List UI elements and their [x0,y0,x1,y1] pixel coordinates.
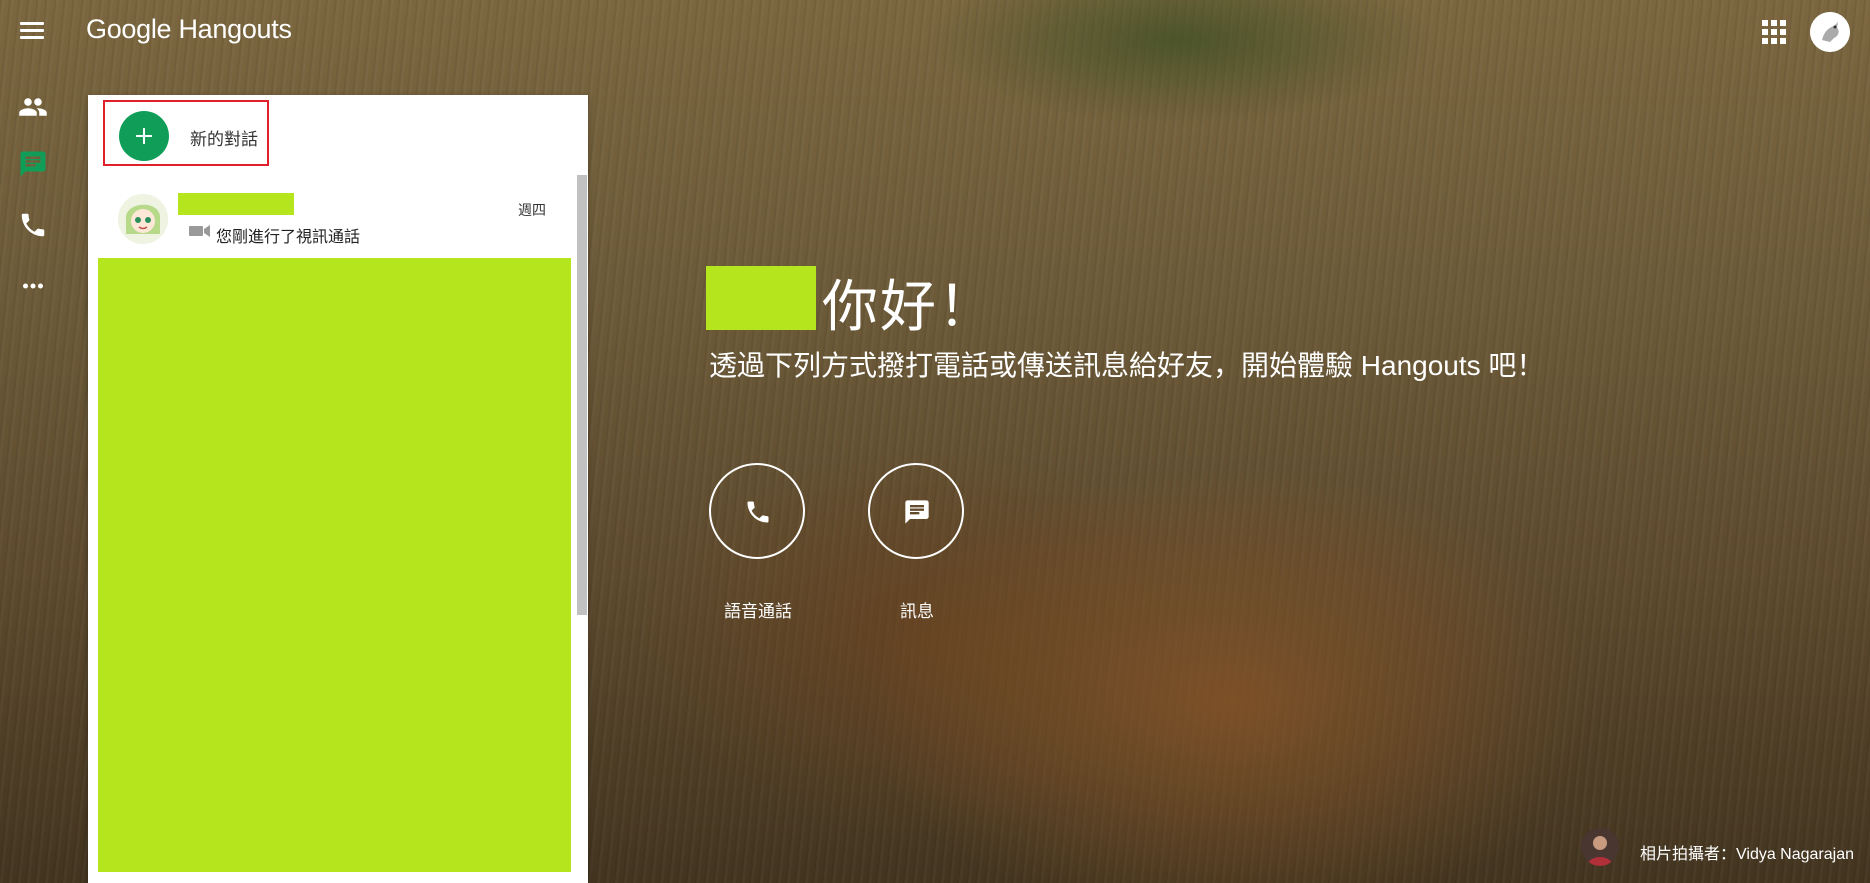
avatar [118,194,168,244]
new-conversation-label[interactable]: 新的對話 [190,125,258,150]
voice-call-button[interactable] [709,463,805,559]
greeting-subtitle: 透過下列方式撥打電話或傳送訊息給好友，開始體驗 Hangouts 吧！ [709,350,1545,381]
google-apps-grid-icon[interactable] [1762,20,1786,44]
videocam-icon [189,224,211,243]
scrollbar[interactable] [577,175,587,615]
app-logo: Google Hangouts [86,14,292,45]
message-button[interactable] [868,463,964,559]
redacted-contact-name [178,193,294,215]
photo-credit[interactable]: 相片拍攝者：Vidya Nagarajan [1640,840,1854,864]
greeting-hello: 你好！ [822,275,996,338]
more-horiz-icon[interactable] [18,271,48,301]
photographer-avatar[interactable] [1581,828,1619,866]
logo-google-text: Google [86,14,172,44]
conversation-last-message: 您剛進行了視訊通話 [216,229,361,246]
redacted-user-name [706,266,816,330]
chat-icon[interactable] [18,149,48,179]
phone-icon [747,501,769,523]
voice-call-label[interactable]: 語音通話 [698,597,818,622]
message-icon [905,500,929,524]
account-avatar-icon[interactable] [1810,12,1850,52]
conversation-day: 週四 [518,202,546,218]
contacts-icon[interactable] [18,92,48,122]
conversation-panel: 新的對話 週四 您剛進行了視訊通話 [88,95,588,883]
message-label[interactable]: 訊息 [857,597,977,622]
logo-hangouts-text: Hangouts [178,14,292,44]
phone-icon[interactable] [18,210,48,240]
redacted-conversation-list [98,258,571,872]
hamburger-menu-icon[interactable] [18,19,46,43]
new-conversation-button[interactable] [119,111,169,161]
